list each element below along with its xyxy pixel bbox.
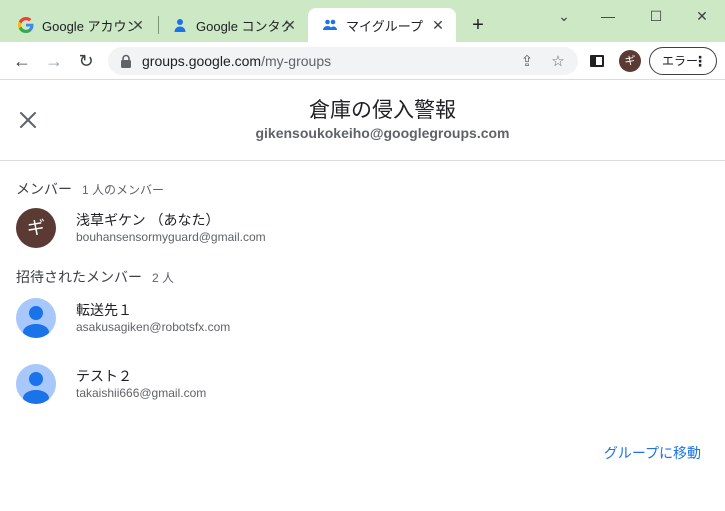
go-to-group-link[interactable]: グループに移動 bbox=[604, 443, 701, 463]
side-panel-icon[interactable] bbox=[590, 55, 604, 67]
avatar: ギ bbox=[16, 208, 56, 248]
group-email: gikensoukokeiho@googlegroups.com bbox=[255, 125, 510, 141]
profile-avatar[interactable]: ギ bbox=[619, 50, 641, 72]
section-label: メンバー bbox=[16, 181, 72, 197]
tab-my-groups[interactable]: マイグループ ✕ bbox=[308, 8, 456, 42]
forward-arrow-icon[interactable]: → bbox=[44, 51, 64, 71]
bookmark-star-icon[interactable]: ☆ bbox=[549, 53, 567, 71]
divider bbox=[0, 160, 725, 161]
invited-section-header: 招待されたメンバー 2 人 bbox=[16, 267, 174, 287]
back-arrow-icon[interactable]: ← bbox=[12, 51, 32, 71]
url-host: groups.google.com bbox=[142, 53, 262, 69]
tab-strip: Google アカウント ✕ Google コンタクト ✕ マイグループ ✕ +… bbox=[0, 0, 725, 42]
contacts-person-icon bbox=[172, 17, 188, 33]
more-vert-icon[interactable]: ⋮ bbox=[693, 48, 707, 74]
members-section-header: メンバー 1 人のメンバー bbox=[16, 179, 164, 199]
invited-count: 2 人 bbox=[152, 271, 175, 285]
lock-icon bbox=[120, 54, 132, 68]
member-email: asakusagiken@robotsfx.com bbox=[76, 320, 231, 334]
section-label: 招待されたメンバー bbox=[16, 269, 142, 285]
member-row[interactable]: ギ 浅草ギケン （あなた） bouhansensormyguard@gmail.… bbox=[16, 208, 706, 248]
person-avatar-icon bbox=[16, 298, 56, 338]
member-name: 転送先１ bbox=[76, 302, 132, 318]
close-tab-icon[interactable]: ✕ bbox=[282, 17, 298, 33]
maximize-icon[interactable]: ☐ bbox=[646, 8, 666, 24]
window-close-icon[interactable]: ✕ bbox=[692, 8, 712, 24]
chevron-down-icon[interactable]: ⌄ bbox=[554, 8, 574, 24]
url-path: /my-groups bbox=[261, 53, 332, 69]
reload-icon[interactable]: ↻ bbox=[76, 51, 96, 71]
minimize-icon[interactable]: — bbox=[598, 8, 618, 24]
new-tab-icon[interactable]: + bbox=[468, 15, 488, 36]
member-email: bouhansensormyguard@gmail.com bbox=[76, 230, 266, 244]
member-name: テスト２ bbox=[76, 368, 132, 384]
tab-google-account[interactable]: Google アカウント ✕ bbox=[4, 8, 156, 42]
person-avatar-icon bbox=[16, 364, 56, 404]
tab-title: マイグループ bbox=[346, 18, 423, 34]
tab-title: Google アカウント bbox=[42, 18, 134, 34]
url-text: groups.google.com/my-groups bbox=[142, 53, 331, 69]
group-title: 倉庫の侵入警報 bbox=[309, 99, 456, 122]
tab-title: Google コンタクト bbox=[196, 18, 288, 34]
groups-people-icon bbox=[322, 17, 338, 33]
member-count: 1 人のメンバー bbox=[82, 183, 165, 197]
member-name: 浅草ギケン （あなた） bbox=[76, 212, 220, 228]
invited-member-row[interactable]: 転送先１ asakusagiken@robotsfx.com bbox=[16, 298, 706, 338]
invited-member-row[interactable]: テスト２ takaishii666@gmail.com bbox=[16, 364, 706, 404]
address-bar[interactable]: groups.google.com/my-groups ⇪ ☆ bbox=[108, 47, 578, 75]
share-icon[interactable]: ⇪ bbox=[518, 53, 536, 71]
close-tab-icon[interactable]: ✕ bbox=[130, 17, 146, 33]
google-g-icon bbox=[18, 17, 34, 33]
close-tab-icon[interactable]: ✕ bbox=[430, 17, 446, 33]
tab-google-contacts[interactable]: Google コンタクト ✕ bbox=[158, 8, 308, 42]
member-email: takaishii666@gmail.com bbox=[76, 386, 207, 400]
browser-toolbar: ← → ↻ groups.google.com/my-groups ⇪ ☆ ギ … bbox=[0, 42, 725, 80]
error-button[interactable]: エラー ⋮ bbox=[649, 47, 717, 75]
